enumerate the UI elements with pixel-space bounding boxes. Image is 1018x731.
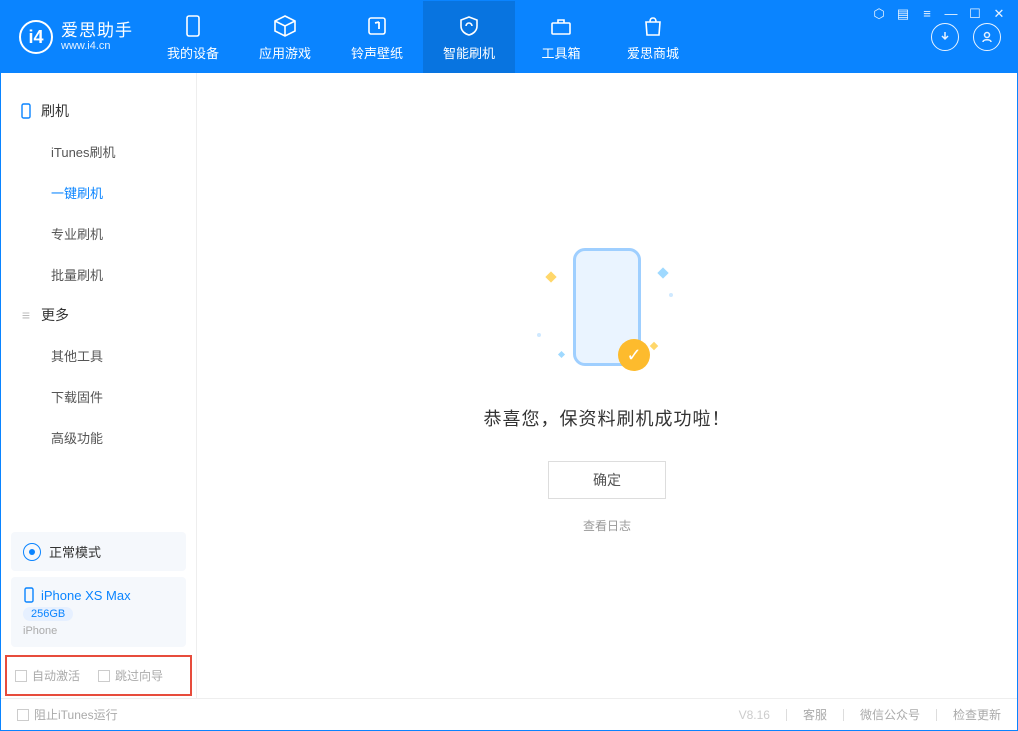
top-nav: 我的设备 应用游戏 铃声壁纸 智能刷机 工具箱 爱思商城 xyxy=(147,1,699,73)
checkbox-skip-guide[interactable]: 跳过向导 xyxy=(98,667,163,684)
device-capacity: 256GB xyxy=(23,607,73,621)
success-message: 恭喜您，保资料刷机成功啦！ xyxy=(484,405,731,431)
app-name-en: www.i4.cn xyxy=(61,40,133,52)
app-header: i4 爱思助手 www.i4.cn 我的设备 应用游戏 铃声壁纸 智能刷机 工具… xyxy=(1,1,1017,73)
version-label: V8.16 xyxy=(739,708,770,722)
shirt-icon[interactable]: ⬡ xyxy=(872,6,886,22)
refresh-shield-icon xyxy=(456,13,482,39)
sidebar-item-pro-flash[interactable]: 专业刷机 xyxy=(1,213,196,254)
main-content: ✓ 恭喜您，保资料刷机成功啦！ 确定 查看日志 xyxy=(197,73,1017,698)
view-log-link[interactable]: 查看日志 xyxy=(583,517,631,534)
nav-smart-flash[interactable]: 智能刷机 xyxy=(423,1,515,73)
mode-icon xyxy=(23,543,41,561)
phone-graphic: ✓ xyxy=(573,248,641,366)
maximize-icon[interactable]: ☐ xyxy=(968,6,982,22)
user-icon[interactable] xyxy=(973,23,1001,51)
ok-button[interactable]: 确定 xyxy=(548,461,666,499)
footer-link-update[interactable]: 检查更新 xyxy=(953,706,1001,723)
phone-icon xyxy=(180,13,206,39)
sidebar-group-flash: 刷机 xyxy=(1,91,196,131)
sidebar-item-one-click-flash[interactable]: 一键刷机 xyxy=(1,172,196,213)
sidebar-item-other-tools[interactable]: 其他工具 xyxy=(1,335,196,376)
music-note-icon xyxy=(364,13,390,39)
sidebar: 刷机 iTunes刷机 一键刷机 专业刷机 批量刷机 ≡ 更多 其他工具 下载固… xyxy=(1,73,197,698)
checkbox-auto-activate[interactable]: 自动激活 xyxy=(15,667,80,684)
logo-icon: i4 xyxy=(19,20,53,54)
footer-link-support[interactable]: 客服 xyxy=(803,706,827,723)
nav-my-device[interactable]: 我的设备 xyxy=(147,1,239,73)
nav-apps-games[interactable]: 应用游戏 xyxy=(239,1,331,73)
mode-card[interactable]: 正常模式 xyxy=(11,532,186,571)
download-icon[interactable] xyxy=(931,23,959,51)
device-small-icon xyxy=(19,104,33,118)
device-icon xyxy=(23,587,35,603)
nav-toolbox[interactable]: 工具箱 xyxy=(515,1,607,73)
close-icon[interactable]: ✕ xyxy=(992,6,1006,22)
sidebar-item-download-firmware[interactable]: 下载固件 xyxy=(1,376,196,417)
app-name-cn: 爱思助手 xyxy=(61,22,133,41)
note-icon[interactable]: ▤ xyxy=(896,6,910,22)
nav-ringtone-wallpaper[interactable]: 铃声壁纸 xyxy=(331,1,423,73)
checkmark-badge-icon: ✓ xyxy=(618,339,650,371)
logo[interactable]: i4 爱思助手 www.i4.cn xyxy=(1,1,147,73)
device-model: iPhone xyxy=(23,625,57,637)
footer-link-wechat[interactable]: 微信公众号 xyxy=(860,706,920,723)
minimize-icon[interactable]: ― xyxy=(944,6,958,22)
cube-icon xyxy=(272,13,298,39)
sidebar-item-batch-flash[interactable]: 批量刷机 xyxy=(1,254,196,295)
checkbox-block-itunes[interactable]: 阻止iTunes运行 xyxy=(17,706,118,723)
status-bar: 阻止iTunes运行 V8.16 客服 微信公众号 检查更新 xyxy=(1,698,1017,730)
device-card[interactable]: iPhone XS Max 256GB iPhone xyxy=(11,577,186,647)
sidebar-item-itunes-flash[interactable]: iTunes刷机 xyxy=(1,131,196,172)
highlighted-options: 自动激活 跳过向导 xyxy=(5,655,192,696)
nav-store[interactable]: 爱思商城 xyxy=(607,1,699,73)
sidebar-item-advanced[interactable]: 高级功能 xyxy=(1,417,196,458)
sidebar-group-more: ≡ 更多 xyxy=(1,295,196,335)
toolbox-icon xyxy=(548,13,574,39)
list-icon: ≡ xyxy=(19,308,33,322)
menu-icon[interactable]: ≡ xyxy=(920,6,934,22)
bag-icon xyxy=(640,13,666,39)
success-illustration: ✓ xyxy=(497,237,717,377)
